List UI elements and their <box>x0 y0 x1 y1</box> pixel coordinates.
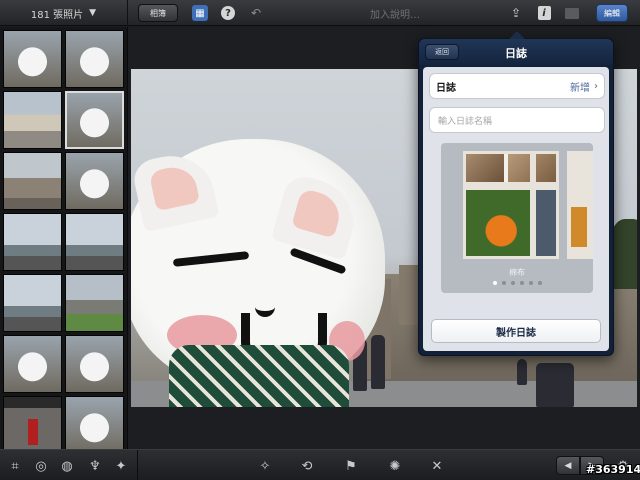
popover-title: 日誌 <box>505 47 527 60</box>
popover-body: 日誌 新增 › 輸入日誌名稱 棉布 製作日誌 <box>423 67 609 351</box>
theme-preview-cotton[interactable] <box>463 151 559 259</box>
theme-photo-tile <box>466 154 504 182</box>
theme-photo-tile <box>466 190 530 256</box>
photo-thumbnail[interactable] <box>65 152 124 210</box>
undo-icon[interactable]: ↶ <box>248 5 264 21</box>
photo-thumbnail[interactable] <box>3 396 62 449</box>
cat-scarf <box>169 345 349 407</box>
photo-thumbnail[interactable] <box>65 396 124 449</box>
info-glyph: i <box>537 6 551 20</box>
create-journal-button[interactable]: 製作日誌 <box>431 319 601 343</box>
effects-icon[interactable]: ✦ <box>112 457 130 475</box>
journal-name-input[interactable]: 輸入日誌名稱 <box>429 107 605 133</box>
watermark: #363914 <box>586 463 640 476</box>
color-icon[interactable]: ◎ <box>32 457 50 475</box>
cat-eye <box>172 251 250 267</box>
theme-preview-next[interactable] <box>567 151 593 259</box>
page-indicator[interactable] <box>441 281 593 285</box>
theme-picker[interactable]: 棉布 <box>441 143 593 293</box>
photo-thumbnail[interactable] <box>3 274 62 332</box>
photo-thumbnail[interactable] <box>3 335 62 393</box>
cat-ear <box>131 147 220 233</box>
edit-tools: ⌗ ◎ ◍ ♆ ✦ <box>0 450 138 480</box>
chevron-right-icon: › <box>594 80 598 92</box>
caption-field[interactable]: 加入說明… <box>340 6 450 21</box>
page-dot[interactable] <box>492 281 497 285</box>
photo-thumbnail[interactable] <box>65 213 124 271</box>
photo-thumbnail[interactable] <box>3 30 62 88</box>
photo-thumbnail[interactable] <box>65 91 124 149</box>
auto-enhance-icon[interactable]: ✧ <box>256 457 274 475</box>
brush-icon[interactable]: ♆ <box>86 457 104 475</box>
person <box>517 359 527 385</box>
person <box>536 363 574 407</box>
thumbnail-grid <box>0 27 127 449</box>
album-back-button[interactable]: 相簿 <box>138 4 178 22</box>
grid-icon[interactable]: ▦ <box>192 5 208 21</box>
page-dot[interactable] <box>501 281 506 285</box>
info-icon[interactable]: i <box>536 5 552 21</box>
journal-popover: 返回 日誌 日誌 新增 › 輸入日誌名稱 棉布 製作日誌 <box>418 31 614 356</box>
hide-icon[interactable]: ✕ <box>428 457 446 475</box>
compare-glyph <box>565 7 579 19</box>
theme-photo-tile <box>536 190 556 256</box>
person <box>371 335 385 389</box>
edit-button[interactable]: 編輯 <box>596 4 628 22</box>
bottom-toolbar: ⌗ ◎ ◍ ♆ ✦ ✧ ⟲ ⚑ ✺ ✕ ◀ ▶ ⚙ <box>0 449 640 480</box>
page-dot[interactable] <box>519 281 524 285</box>
share-icon[interactable]: ⇪ <box>508 5 524 21</box>
chevron-down-icon: ▼ <box>89 8 97 18</box>
cat-ear <box>270 171 364 261</box>
journal-select-row[interactable]: 日誌 新增 › <box>429 73 605 99</box>
page-dot[interactable] <box>510 281 515 285</box>
compare-icon[interactable] <box>564 5 580 21</box>
theme-divider <box>530 154 536 256</box>
photo-thumbnail[interactable] <box>3 152 62 210</box>
photo-thumbnail[interactable] <box>3 213 62 271</box>
star-icon[interactable]: ✺ <box>386 457 404 475</box>
crop-icon[interactable]: ⌗ <box>6 457 24 475</box>
rotate-icon[interactable]: ⟲ <box>298 457 316 475</box>
theme-name: 棉布 <box>509 268 525 277</box>
page-dot[interactable] <box>528 281 533 285</box>
photo-thumbnail[interactable] <box>3 91 62 149</box>
thumbnail-sidebar[interactable] <box>0 27 128 449</box>
flag-icon[interactable]: ⚑ <box>342 457 360 475</box>
help-icon[interactable]: ? <box>220 5 236 21</box>
help-glyph: ? <box>221 6 235 20</box>
photo-thumbnail[interactable] <box>65 30 124 88</box>
photo-thumbnail[interactable] <box>65 335 124 393</box>
journal-row-value: 新增 <box>570 82 590 94</box>
photo-count-label: 181 張照片 <box>30 9 84 21</box>
palette-icon[interactable]: ◍ <box>58 457 76 475</box>
theme-divider <box>466 182 556 190</box>
photo-thumbnail[interactable] <box>65 274 124 332</box>
journal-row-label: 日誌 <box>436 82 456 94</box>
popover-header: 返回 日誌 <box>419 39 613 65</box>
previous-photo-button[interactable]: ◀ <box>556 456 580 475</box>
top-toolbar: 181 張照片 ▼ 相簿 ▦ ? ↶ 加入說明… ⇪ i 編輯 <box>0 0 640 26</box>
page-dot[interactable] <box>537 281 542 285</box>
photo-count-dropdown[interactable]: 181 張照片 ▼ <box>0 0 128 26</box>
